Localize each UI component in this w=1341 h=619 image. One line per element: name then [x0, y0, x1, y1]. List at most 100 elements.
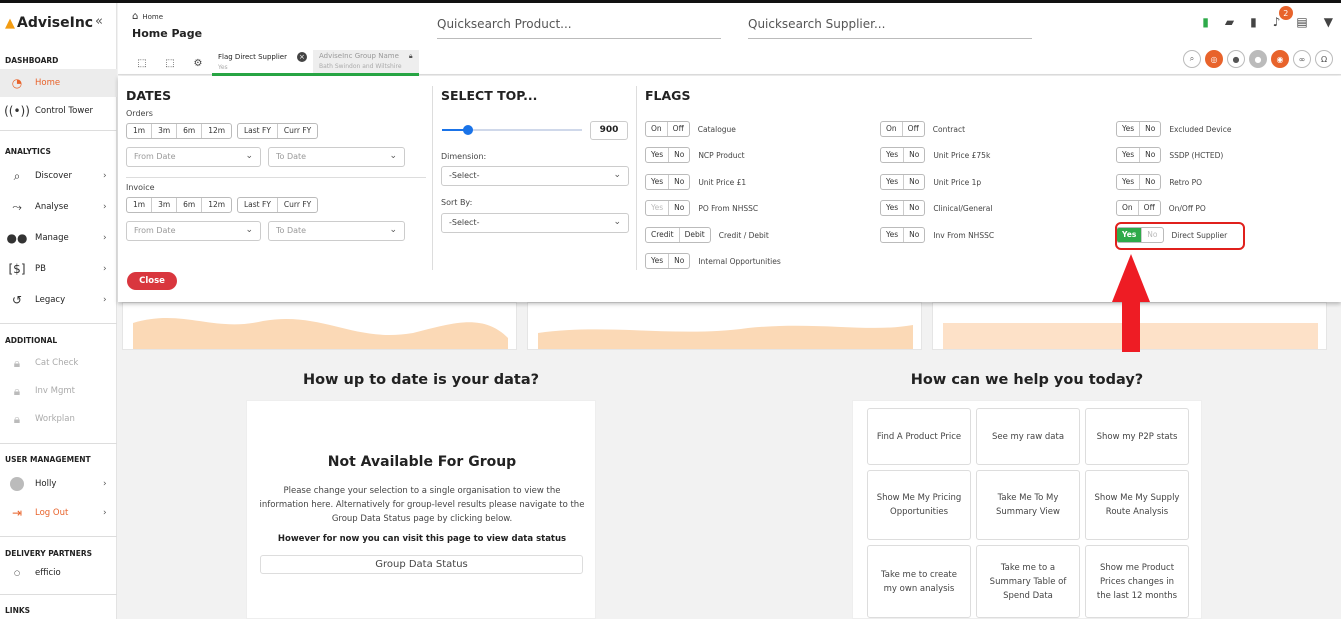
orders-3m-button[interactable]: 3m — [152, 124, 178, 138]
collapse-sidebar-icon[interactable]: « — [95, 14, 103, 29]
sidebar-item-manage[interactable]: ●● Manage › — [0, 224, 117, 252]
credit-button[interactable]: Credit — [646, 228, 680, 242]
catalogue-on-button[interactable]: On — [646, 122, 668, 136]
sidebar-item-workplan[interactable]: 🔒︎ Workplan — [0, 405, 117, 433]
ssdp-no-button[interactable]: No — [1140, 148, 1160, 162]
filter-icon[interactable]: ▼ — [1324, 15, 1333, 29]
bullet-icon: ○ — [13, 569, 21, 577]
dimension-select[interactable]: -Select- ⌄ — [441, 166, 629, 186]
target-icon[interactable]: ◎ — [1205, 50, 1223, 68]
onoff-po-on-button[interactable]: On — [1117, 201, 1139, 215]
help-card-supply-route[interactable]: Show Me My Supply Route Analysis — [1085, 470, 1189, 540]
internal-opp-no-button[interactable]: No — [669, 254, 689, 268]
help-card-pricing-opportunities[interactable]: Show Me My Pricing Opportunities — [867, 470, 971, 540]
retro-no-button[interactable]: No — [1140, 175, 1160, 189]
bookmark-icon[interactable]: ▮ — [1250, 15, 1257, 29]
unit-price-1-no-button[interactable]: No — [669, 175, 689, 189]
orders-from-date-select[interactable]: From Date ⌄ — [126, 147, 261, 167]
unit-price-75k-yes-button[interactable]: Yes — [881, 148, 905, 162]
sidebar-item-legacy[interactable]: ↺ Legacy › — [0, 286, 117, 314]
unit-price-1p-no-button[interactable]: No — [904, 175, 924, 189]
close-icon[interactable]: × — [296, 52, 307, 62]
help-card-price-changes[interactable]: Show me Product Prices changes in the la… — [1085, 545, 1189, 618]
catalogue-off-button[interactable]: Off — [668, 122, 689, 136]
filter-chip-direct-supplier[interactable]: Flag Direct Supplier × Yes — [212, 50, 313, 76]
contract-off-button[interactable]: Off — [903, 122, 924, 136]
group-data-status-button[interactable]: Group Data Status — [260, 555, 583, 574]
bell-icon[interactable]: ♪ 2 — [1273, 6, 1293, 29]
sidebar-item-inv-mgmt[interactable]: 🔒︎ Inv Mgmt — [0, 377, 117, 405]
orders-6m-button[interactable]: 6m — [177, 124, 203, 138]
sidebar-item-logout[interactable]: ⇥ Log Out › — [0, 499, 117, 527]
group-icon[interactable]: ● — [1249, 50, 1267, 68]
ncp-no-button[interactable]: No — [669, 148, 689, 162]
retro-yes-button[interactable]: Yes — [1117, 175, 1141, 189]
sidebar-item-cat-check[interactable]: 🔒︎ Cat Check — [0, 349, 117, 377]
filter-chip-group-name[interactable]: AdviseInc Group Name 🔒︎ Bath Swindon and … — [312, 50, 419, 76]
help-card-create-analysis[interactable]: Take me to create my own analysis — [867, 545, 971, 618]
app-logo[interactable]: ▲ AdviseInc — [5, 15, 93, 31]
po-nhssc-no-button[interactable]: No — [669, 201, 689, 215]
select-dashed-icon[interactable]: ⬚ — [156, 52, 184, 74]
inv-nhssc-yes-button[interactable]: Yes — [881, 228, 905, 242]
invoice-1m-button[interactable]: 1m — [127, 198, 153, 212]
contract-on-button[interactable]: On — [881, 122, 903, 136]
unit-price-1-yes-button[interactable]: Yes — [646, 175, 670, 189]
help-card-summary-table[interactable]: Take me to a Summary Table of Spend Data — [976, 545, 1080, 618]
internal-opp-yes-button[interactable]: Yes — [646, 254, 670, 268]
orders-1m-button[interactable]: 1m — [127, 124, 153, 138]
orders-curr-fy-button[interactable]: Curr FY — [278, 124, 317, 138]
person-icon[interactable]: ● — [1227, 50, 1245, 68]
top-count-input[interactable]: 900 — [590, 121, 628, 140]
ssdp-yes-button[interactable]: Yes — [1117, 148, 1141, 162]
sidebar-item-pb[interactable]: [$] PB › — [0, 255, 117, 283]
excluded-no-button[interactable]: No — [1140, 122, 1160, 136]
clipboard-icon[interactable]: ▮ — [1202, 15, 1209, 29]
headset-icon[interactable]: Ω — [1315, 50, 1333, 68]
help-card-p2p-stats[interactable]: Show my P2P stats — [1085, 408, 1189, 465]
sidebar-item-control-tower[interactable]: ((•)) Control Tower — [0, 97, 117, 125]
sidebar-item-discover[interactable]: ⌕ Discover › — [0, 162, 117, 190]
invoice-3m-button[interactable]: 3m — [152, 198, 178, 212]
sidebar-item-partner[interactable]: ○ efficio — [0, 559, 117, 587]
help-card-summary-view[interactable]: Take Me To My Summary View — [976, 470, 1080, 540]
clinical-yes-button[interactable]: Yes — [881, 201, 905, 215]
link-icon[interactable]: ∞ — [1293, 50, 1311, 68]
quicksearch-supplier-input[interactable]: Quicksearch Supplier... — [748, 15, 1032, 39]
comment-icon[interactable]: ▰ — [1225, 15, 1234, 29]
top-slider-handle[interactable] — [463, 125, 473, 135]
search-icon[interactable]: ⌕ — [1183, 50, 1201, 68]
invoice-6m-button[interactable]: 6m — [177, 198, 203, 212]
help-card-raw-data[interactable]: See my raw data — [976, 408, 1080, 465]
lock-icon: 🔒︎ — [408, 52, 413, 60]
debit-button[interactable]: Debit — [680, 228, 710, 242]
invoice-from-date-select[interactable]: From Date ⌄ — [126, 221, 261, 241]
clinical-no-button[interactable]: No — [904, 201, 924, 215]
orders-to-date-select[interactable]: To Date ⌄ — [268, 147, 405, 167]
orders-last-fy-button[interactable]: Last FY — [238, 124, 278, 138]
onoff-po-off-button[interactable]: Off — [1139, 201, 1160, 215]
inv-nhssc-no-button[interactable]: No — [904, 228, 924, 242]
sidebar-item-user[interactable]: Holly › — [0, 470, 117, 498]
orders-12m-button[interactable]: 12m — [202, 124, 231, 138]
ncp-yes-button[interactable]: Yes — [646, 148, 670, 162]
excluded-yes-button[interactable]: Yes — [1117, 122, 1141, 136]
invoice-last-fy-button[interactable]: Last FY — [238, 198, 278, 212]
unit-price-1p-yes-button[interactable]: Yes — [881, 175, 905, 189]
select-region-icon[interactable]: ⬚ — [128, 52, 156, 74]
eye-icon[interactable]: ◉ — [1271, 50, 1289, 68]
invoice-to-date-select[interactable]: To Date ⌄ — [268, 221, 405, 241]
close-button[interactable]: Close — [127, 272, 177, 290]
sidebar-item-analyse[interactable]: ⤳ Analyse › — [0, 193, 117, 221]
invoice-12m-button[interactable]: 12m — [202, 198, 231, 212]
select-gear-icon[interactable]: ⚙ — [184, 52, 212, 74]
sortby-select[interactable]: -Select- ⌄ — [441, 213, 629, 233]
unit-price-75k-no-button[interactable]: No — [904, 148, 924, 162]
sidebar-item-home[interactable]: ◔ Home — [0, 69, 117, 97]
breadcrumb[interactable]: ⌂ Home — [132, 11, 163, 22]
po-nhssc-yes-button[interactable]: Yes — [646, 201, 670, 215]
invoice-curr-fy-button[interactable]: Curr FY — [278, 198, 317, 212]
clipboard-list-icon[interactable]: ▤ — [1296, 15, 1307, 29]
help-card-find-product-price[interactable]: Find A Product Price — [867, 408, 971, 465]
quicksearch-product-input[interactable]: Quicksearch Product... — [437, 15, 721, 39]
